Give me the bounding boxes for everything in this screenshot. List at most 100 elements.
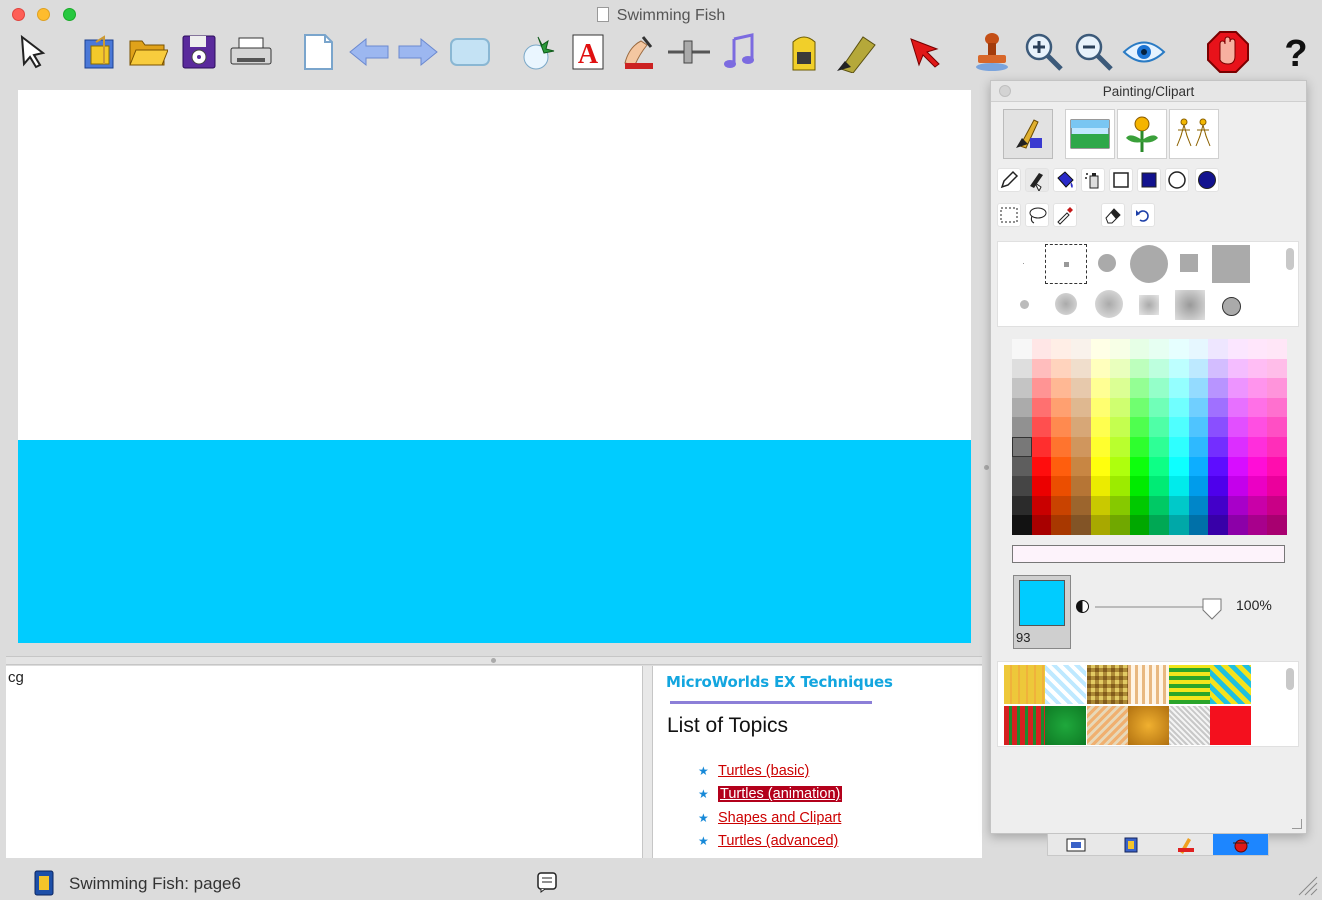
pattern-olive-grid[interactable] xyxy=(1087,665,1128,704)
palette-color-cell[interactable] xyxy=(1169,397,1189,418)
palette-color-cell[interactable] xyxy=(1267,339,1287,359)
zoom-in-button[interactable] xyxy=(1022,32,1066,72)
undo-tool[interactable] xyxy=(1131,203,1155,227)
brush-size-4[interactable] xyxy=(1128,244,1170,284)
pattern-red-green-plaid[interactable] xyxy=(1004,706,1045,745)
palette-color-cell[interactable] xyxy=(1247,495,1268,516)
current-color-well[interactable]: 93 xyxy=(1013,575,1071,649)
palette-color-cell[interactable] xyxy=(1031,456,1052,477)
palette-color-cell[interactable] xyxy=(1129,339,1150,359)
palette-color-cell[interactable] xyxy=(1051,495,1071,516)
opacity-slider-thumb[interactable] xyxy=(1202,598,1222,620)
topic-link-turtles-basic[interactable]: Turtles (basic) xyxy=(718,763,809,779)
pencil-tool[interactable] xyxy=(997,168,1021,192)
selection-arrow-button[interactable] xyxy=(904,32,946,72)
save-button[interactable] xyxy=(180,32,218,72)
brush-size-5[interactable] xyxy=(1178,252,1200,274)
brush-soft-2[interactable] xyxy=(1054,292,1078,316)
palette-color-cell[interactable] xyxy=(1012,437,1032,457)
palette-color-cell[interactable] xyxy=(1129,397,1150,418)
palette-color-cell[interactable] xyxy=(1169,437,1189,457)
palette-color-cell[interactable] xyxy=(1110,437,1130,457)
help-button[interactable]: ? xyxy=(1276,32,1316,72)
animated-shapes-tab[interactable] xyxy=(1169,109,1219,159)
palette-color-cell[interactable] xyxy=(1051,417,1071,437)
palette-color-cell[interactable] xyxy=(1110,397,1130,418)
brush-soft-3[interactable] xyxy=(1094,289,1124,319)
palette-color-cell[interactable] xyxy=(1031,437,1052,457)
palette-color-cell[interactable] xyxy=(1051,339,1071,359)
palette-color-cell[interactable] xyxy=(1169,515,1189,535)
pattern-yellow-plaid[interactable] xyxy=(1004,665,1045,704)
palette-color-cell[interactable] xyxy=(1051,397,1071,418)
palette-color-cell[interactable] xyxy=(1267,397,1287,418)
palette-color-cell[interactable] xyxy=(1090,456,1111,477)
brush-size-1[interactable] xyxy=(1016,256,1030,270)
project-page-canvas[interactable] xyxy=(18,90,971,643)
single-shapes-tab[interactable] xyxy=(1117,109,1167,159)
tab-clipart-active[interactable] xyxy=(1213,834,1268,855)
next-page-button[interactable] xyxy=(396,32,440,72)
print-button[interactable] xyxy=(228,32,274,72)
palette-color-cell[interactable] xyxy=(1149,476,1170,496)
palette-color-cell[interactable] xyxy=(1051,378,1071,398)
palette-color-cell[interactable] xyxy=(1090,495,1111,516)
palette-color-cell[interactable] xyxy=(1070,495,1091,516)
palette-color-cell[interactable] xyxy=(1129,456,1150,477)
palette-color-cell[interactable] xyxy=(1129,495,1150,516)
command-center[interactable]: cg xyxy=(6,666,642,858)
pointer-tool-button[interactable] xyxy=(14,32,50,72)
palette-color-cell[interactable] xyxy=(1129,437,1150,457)
palette-color-cell[interactable] xyxy=(1031,476,1052,496)
palette-color-cell[interactable] xyxy=(1247,437,1268,457)
eyedropper-tool[interactable] xyxy=(1053,203,1077,227)
palette-color-cell[interactable] xyxy=(1070,417,1091,437)
palette-color-cell[interactable] xyxy=(1129,417,1150,437)
palette-color-cell[interactable] xyxy=(1090,358,1111,379)
palette-color-cell[interactable] xyxy=(1129,378,1150,398)
palette-color-cell[interactable] xyxy=(1051,476,1071,496)
lasso-tool[interactable] xyxy=(1025,203,1049,227)
palette-color-cell[interactable] xyxy=(1169,495,1189,516)
palette-color-cell[interactable] xyxy=(1012,339,1032,359)
pattern-cyan-yellow-check[interactable] xyxy=(1210,665,1251,704)
zoom-out-button[interactable] xyxy=(1072,32,1116,72)
palette-color-cell[interactable] xyxy=(1169,358,1189,379)
palette-color-cell[interactable] xyxy=(1090,397,1111,418)
palette-color-cell[interactable] xyxy=(1208,339,1229,359)
brush-soft-1[interactable] xyxy=(1016,296,1032,312)
palette-color-cell[interactable] xyxy=(1149,515,1170,535)
palette-color-cell[interactable] xyxy=(1188,456,1209,477)
palette-color-cell[interactable] xyxy=(1247,515,1268,535)
brush-soft-square-1[interactable] xyxy=(1138,294,1160,316)
palette-color-cell[interactable] xyxy=(1051,437,1071,457)
palette-color-cell[interactable] xyxy=(1070,378,1091,398)
palette-color-cell[interactable] xyxy=(1267,358,1287,379)
eraser-tool[interactable] xyxy=(1101,203,1125,227)
new-text-box-button[interactable]: A xyxy=(568,32,608,72)
vertical-split-handle[interactable] xyxy=(642,666,653,858)
palette-color-cell[interactable] xyxy=(1149,358,1170,379)
palette-color-cell[interactable] xyxy=(1012,456,1032,477)
rect-select-tool[interactable] xyxy=(997,203,1021,227)
palette-color-cell[interactable] xyxy=(1012,358,1032,379)
palette-color-cell[interactable] xyxy=(1149,378,1170,398)
palette-color-cell[interactable] xyxy=(1031,358,1052,379)
tab-project-tree[interactable] xyxy=(1048,834,1103,855)
palette-color-cell[interactable] xyxy=(1247,339,1268,359)
palette-color-cell[interactable] xyxy=(1208,476,1229,496)
pattern-green-texture[interactable] xyxy=(1045,706,1086,745)
rectangle-filled-tool[interactable] xyxy=(1137,168,1161,192)
palette-color-cell[interactable] xyxy=(1247,378,1268,398)
pattern-sand-texture[interactable] xyxy=(1087,706,1128,745)
topic-link-turtles-advanced[interactable]: Turtles (advanced) xyxy=(718,833,838,849)
palette-color-cell[interactable] xyxy=(1012,476,1032,496)
palette-color-cell[interactable] xyxy=(1188,358,1209,379)
rectangle-outline-tool[interactable] xyxy=(1109,168,1133,192)
palette-color-cell[interactable] xyxy=(1208,378,1229,398)
pattern-green-yellow-stripe[interactable] xyxy=(1169,665,1210,704)
palette-color-cell[interactable] xyxy=(1208,437,1229,457)
palette-color-cell[interactable] xyxy=(1267,495,1287,516)
palette-color-cell[interactable] xyxy=(1169,476,1189,496)
palette-color-cell[interactable] xyxy=(1208,358,1229,379)
